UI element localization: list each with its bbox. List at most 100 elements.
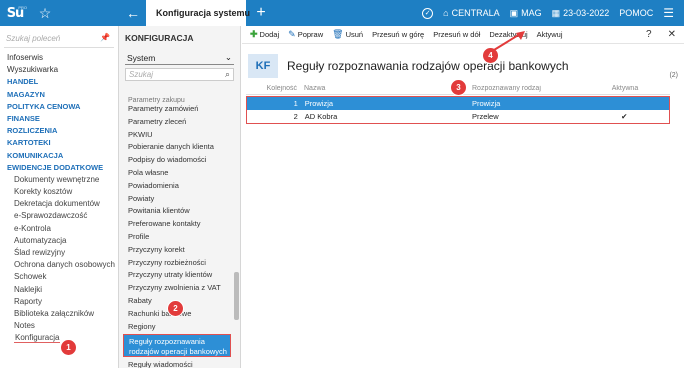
sidebar-item-e-kontrola[interactable]: e-Kontrola bbox=[0, 223, 118, 235]
config-item-list: Parametry zamówień Parametry zleceń PKWIU P… bbox=[119, 103, 235, 368]
config-list-item[interactable]: Przyczyny korekt bbox=[119, 244, 235, 257]
sidebar-item-label: KARTOTEKI bbox=[7, 138, 51, 148]
company-selector[interactable]: ⌂ CENTRALA bbox=[443, 8, 499, 18]
sidebar-item-label: MAGAZYN bbox=[7, 89, 45, 99]
sidebar-item-label: Raporty bbox=[14, 296, 43, 306]
config-list-item[interactable]: Przyczyny rozbieżności bbox=[119, 257, 235, 270]
back-arrow-icon[interactable]: ← bbox=[120, 0, 146, 26]
close-icon[interactable]: ✕ bbox=[668, 29, 676, 40]
sidebar-item-polityka-cenowa[interactable]: POLITYKA CENOWA bbox=[0, 101, 118, 113]
record-count: (2) bbox=[669, 72, 678, 79]
config-list-item[interactable]: Powitania klientów bbox=[119, 205, 235, 218]
move-down-button[interactable]: Przesuń w dół bbox=[433, 30, 480, 39]
sidebar-item-finanse[interactable]: FINANSE bbox=[0, 113, 118, 125]
sidebar-item-label: Konfiguracja bbox=[14, 333, 61, 344]
config-list-item[interactable]: Pobieranie danych klienta bbox=[119, 141, 235, 154]
sidebar-item-magazyn[interactable]: MAGAZYN bbox=[0, 89, 118, 101]
config-list-item[interactable]: Powiaty bbox=[119, 193, 235, 206]
activate-button[interactable]: Aktywuj bbox=[537, 30, 563, 39]
sidebar-item-rozliczenia[interactable]: ROZLICZENIA bbox=[0, 125, 118, 137]
sidebar-item-label: Schowek bbox=[14, 272, 47, 282]
sidebar-item-wyszukiwarka[interactable]: Wyszukiwarka bbox=[0, 64, 118, 76]
sidebar-item-ochrona-danych-osobowych[interactable]: Ochrona danych osobowych bbox=[0, 259, 118, 271]
company-icon: ⌂ bbox=[443, 8, 449, 18]
app-logo[interactable]: Su PRO bbox=[0, 0, 30, 26]
left-navigation: Szukaj poleceń 📌 Infoserwis Wyszukiwarka H… bbox=[0, 26, 119, 368]
cell-kind: Przelew bbox=[471, 112, 499, 121]
help-icon[interactable]: ? bbox=[646, 29, 652, 40]
table-row[interactable]: 2 AD Kobra Przelew ✔ bbox=[247, 110, 669, 123]
command-search-input[interactable]: Szukaj poleceń 📌 bbox=[4, 30, 114, 48]
config-list-item[interactable]: Przyczyny utraty klientów bbox=[119, 269, 235, 282]
sidebar-item-komunikacja[interactable]: KOMUNIKACJA bbox=[0, 150, 118, 162]
sidebar-item-kartoteki[interactable]: KARTOTEKI bbox=[0, 137, 118, 149]
config-list-item[interactable]: Przyczyny zwolnienia z VAT bbox=[119, 282, 235, 295]
sidebar-item-infoserwis[interactable]: Infoserwis bbox=[0, 52, 118, 64]
col-active-header[interactable]: Aktywna bbox=[580, 85, 670, 92]
config-list-item[interactable]: Preferowane kontakty bbox=[119, 218, 235, 231]
config-list-item-selected[interactable]: Reguły rozpoznawania rodzajów operacji b… bbox=[123, 334, 231, 358]
delete-label: Usuń bbox=[345, 30, 364, 39]
search-icon[interactable]: ⌕ bbox=[225, 69, 230, 80]
config-list-item[interactable]: PKWIU bbox=[119, 129, 235, 142]
add-button[interactable]: ✚ Dodaj bbox=[250, 29, 279, 40]
config-list-item[interactable]: Parametry zleceń bbox=[119, 116, 235, 129]
calendar-icon: ▦ bbox=[551, 7, 561, 18]
config-list-item[interactable]: Powiadomienia bbox=[119, 180, 235, 193]
status-check-icon[interactable]: ✓ bbox=[422, 7, 434, 19]
delete-button[interactable]: 🗑 Usuń bbox=[332, 29, 363, 40]
star-icon[interactable]: ☆ bbox=[30, 5, 60, 22]
annotation-arrow-icon bbox=[493, 31, 525, 51]
sidebar-item-e-sprawozdawczość[interactable]: e-Sprawozdawczość bbox=[0, 210, 118, 222]
sidebar-item-raporty[interactable]: Raporty bbox=[0, 296, 118, 308]
col-order-header[interactable]: Kolejność bbox=[246, 85, 300, 92]
grid-rows: 1 Prowizja Prowizja 2 AD Kobra Przelew ✔ bbox=[246, 96, 670, 124]
move-up-button[interactable]: Przesuń w górę bbox=[372, 30, 424, 39]
config-category-select[interactable]: System ⌄ bbox=[125, 51, 234, 65]
tab-konfiguracja-systemu[interactable]: Konfiguracja systemu bbox=[146, 0, 250, 26]
sidebar-item-label: HANDEL bbox=[7, 77, 39, 87]
sidebar-item-konfiguracja[interactable]: Konfiguracja bbox=[0, 332, 118, 344]
sidebar-item-label: Dokumenty wewnętrzne bbox=[14, 174, 100, 184]
edit-button[interactable]: ✎ Popraw bbox=[288, 29, 323, 40]
config-list-item[interactable]: Podpisy do wiadomości bbox=[119, 154, 235, 167]
col-name-header[interactable]: Nazwa bbox=[300, 85, 468, 92]
sidebar-item-automatyzacja[interactable]: Automatyzacja bbox=[0, 235, 118, 247]
config-list-item[interactable]: Profile bbox=[119, 231, 235, 244]
table-row[interactable]: 1 Prowizja Prowizja bbox=[247, 97, 669, 110]
sidebar-item-label: Korekty kosztów bbox=[14, 187, 73, 197]
sidebar-item-label: Dekretacja dokumentów bbox=[14, 199, 100, 209]
sidebar-item-handel[interactable]: HANDEL bbox=[0, 76, 118, 88]
help-link[interactable]: POMOC bbox=[619, 8, 653, 18]
config-list-item[interactable]: Parametry zamówień bbox=[119, 103, 235, 116]
pin-icon[interactable]: 📌 bbox=[100, 33, 110, 42]
config-list-scrollbar[interactable] bbox=[234, 272, 239, 320]
sidebar-item-schowek[interactable]: Schowek bbox=[0, 271, 118, 283]
sidebar-item-ślad-rewizyjny[interactable]: Ślad rewizyjny bbox=[0, 247, 118, 259]
sidebar-item-naklejki[interactable]: Naklejki bbox=[0, 284, 118, 296]
sidebar-item-notes[interactable]: Notes bbox=[0, 320, 118, 332]
sidebar-item-label: Wyszukiwarka bbox=[7, 65, 59, 75]
new-tab-plus-icon[interactable]: + bbox=[250, 0, 272, 26]
toolbar: ✚ Dodaj ✎ Popraw 🗑 Usuń Przesuń w górę P… bbox=[242, 26, 684, 44]
warehouse-icon: ▣ bbox=[509, 7, 519, 18]
sidebar-item-dokumenty-wewnętrzne[interactable]: Dokumenty wewnętrzne bbox=[0, 174, 118, 186]
left-nav-list: Infoserwis Wyszukiwarka HANDEL MAGAZYN POLIT… bbox=[0, 52, 118, 345]
sidebar-item-ewidencje-dodatkowe[interactable]: EWIDENCJE DODATKOWE bbox=[0, 162, 118, 174]
sidebar-item-biblioteka-załączników[interactable]: Biblioteka załączników bbox=[0, 308, 118, 320]
config-list-item[interactable]: Reguły wiadomości bbox=[119, 359, 235, 368]
config-list-item[interactable]: Pola własne bbox=[119, 167, 235, 180]
sidebar-item-dekretacja-dokumentów[interactable]: Dekretacja dokumentów bbox=[0, 198, 118, 210]
sidebar-item-label: EWIDENCJE DODATKOWE bbox=[7, 162, 104, 172]
cell-order: 2 bbox=[293, 112, 298, 121]
sidebar-item-label: Infoserwis bbox=[7, 53, 44, 62]
command-search-placeholder: Szukaj poleceń bbox=[6, 34, 61, 43]
col-kind-header[interactable]: Rozpoznawany rodzaj bbox=[468, 85, 580, 92]
hamburger-menu-icon[interactable]: ☰ bbox=[663, 6, 674, 20]
sidebar-item-korekty-kosztów[interactable]: Korekty kosztów bbox=[0, 186, 118, 198]
config-list-item[interactable]: Regiony bbox=[119, 321, 235, 334]
warehouse-selector[interactable]: ▣ MAG bbox=[510, 8, 542, 19]
date-selector[interactable]: ▦ 23-03-2022 bbox=[552, 8, 610, 19]
config-search-input[interactable]: Szukaj ⌕ bbox=[125, 68, 234, 81]
trash-icon: 🗑 bbox=[332, 29, 344, 39]
